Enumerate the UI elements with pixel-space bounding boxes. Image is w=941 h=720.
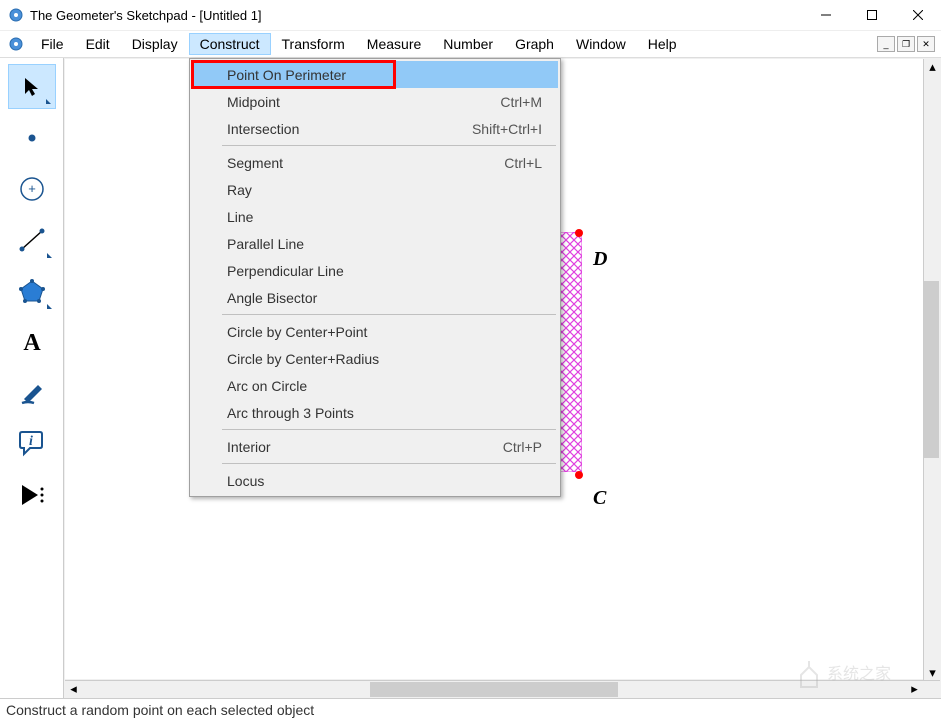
menu-edit[interactable]: Edit	[75, 33, 121, 55]
minimize-button[interactable]	[803, 0, 849, 30]
menu-item-locus[interactable]: Locus	[192, 467, 558, 494]
menu-help[interactable]: Help	[637, 33, 688, 55]
menu-item-circle-by-center-point[interactable]: Circle by Center+Point	[192, 318, 558, 345]
scroll-thumb[interactable]	[924, 281, 939, 458]
menu-window[interactable]: Window	[565, 33, 637, 55]
menu-item-label: Intersection	[227, 121, 299, 137]
tool-arrow[interactable]	[8, 64, 56, 109]
menu-item-label: Ray	[227, 182, 252, 198]
status-bar: Construct a random point on each selecte…	[0, 698, 941, 720]
vertical-scrollbar[interactable]: ▴ ▾	[923, 59, 940, 680]
menu-item-line[interactable]: Line	[192, 203, 558, 230]
svg-text:系统之家: 系统之家	[827, 665, 891, 683]
app-icon	[8, 7, 24, 23]
tool-info[interactable]: i	[8, 421, 56, 466]
scroll-up-button[interactable]: ▴	[924, 59, 941, 74]
svg-text:A: A	[23, 330, 41, 356]
polygon-interior[interactable]	[558, 232, 582, 472]
close-button[interactable]	[895, 0, 941, 30]
menu-measure[interactable]: Measure	[356, 33, 432, 55]
menu-item-parallel-line[interactable]: Parallel Line	[192, 230, 558, 257]
tool-custom[interactable]	[8, 472, 56, 517]
scroll-thumb[interactable]	[370, 682, 617, 697]
menu-separator	[222, 429, 556, 430]
scroll-left-button[interactable]: ◂	[65, 682, 82, 697]
svg-text:+: +	[28, 181, 36, 196]
status-text: Construct a random point on each selecte…	[6, 702, 314, 718]
tool-straightedge[interactable]	[8, 217, 56, 262]
menu-item-shortcut: Ctrl+P	[503, 439, 542, 455]
menu-graph[interactable]: Graph	[504, 33, 565, 55]
point-d[interactable]	[575, 229, 583, 237]
menu-item-label: Circle by Center+Radius	[227, 351, 379, 367]
menu-item-label: Arc on Circle	[227, 378, 307, 394]
point-label-d[interactable]: D	[593, 248, 607, 271]
menu-transform[interactable]: Transform	[271, 33, 356, 55]
flyout-indicator-icon	[47, 304, 52, 309]
menu-item-ray[interactable]: Ray	[192, 176, 558, 203]
tool-point[interactable]	[8, 115, 56, 160]
menu-construct[interactable]: Construct	[189, 33, 271, 55]
menu-item-circle-by-center-radius[interactable]: Circle by Center+Radius	[192, 345, 558, 372]
menu-display[interactable]: Display	[121, 33, 189, 55]
menu-item-label: Perpendicular Line	[227, 263, 344, 279]
menu-item-shortcut: Ctrl+M	[500, 94, 542, 110]
menu-item-shortcut: Ctrl+L	[504, 155, 542, 171]
window-title: The Geometer's Sketchpad - [Untitled 1]	[30, 8, 803, 23]
maximize-button[interactable]	[849, 0, 895, 30]
menu-item-arc-on-circle[interactable]: Arc on Circle	[192, 372, 558, 399]
menu-item-label: Point On Perimeter	[227, 67, 346, 83]
flyout-indicator-icon	[47, 253, 52, 258]
menu-item-label: Midpoint	[227, 94, 280, 110]
menu-item-angle-bisector[interactable]: Angle Bisector	[192, 284, 558, 311]
mdi-restore-button[interactable]: ❐	[897, 36, 915, 52]
tool-compass[interactable]: +	[8, 166, 56, 211]
menu-item-label: Locus	[227, 473, 264, 489]
menu-file[interactable]: File	[30, 33, 75, 55]
menu-item-intersection[interactable]: Intersection Shift+Ctrl+I	[192, 115, 558, 142]
mdi-close-button[interactable]: ✕	[917, 36, 935, 52]
menu-bar: File Edit Display Construct Transform Me…	[0, 31, 941, 58]
menu-item-segment[interactable]: Segment Ctrl+L	[192, 149, 558, 176]
menu-item-label: Segment	[227, 155, 283, 171]
watermark: 系统之家	[793, 653, 933, 696]
menu-item-label: Parallel Line	[227, 236, 304, 252]
menu-item-perpendicular-line[interactable]: Perpendicular Line	[192, 257, 558, 284]
menu-item-label: Arc through 3 Points	[227, 405, 354, 421]
point-c[interactable]	[575, 471, 583, 479]
menu-item-point-on-perimeter[interactable]: Point On Perimeter	[192, 61, 558, 88]
flyout-indicator-icon	[46, 99, 51, 104]
menu-separator	[222, 463, 556, 464]
tool-marker[interactable]	[8, 370, 56, 415]
toolbox: + A i	[0, 58, 64, 698]
menu-item-label: Angle Bisector	[227, 290, 317, 306]
construct-dropdown: Point On Perimeter Midpoint Ctrl+M Intersec…	[189, 58, 561, 497]
tool-text[interactable]: A	[8, 319, 56, 364]
title-bar: The Geometer's Sketchpad - [Untitled 1]	[0, 0, 941, 31]
menu-separator	[222, 314, 556, 315]
menu-item-label: Interior	[227, 439, 271, 455]
menu-number[interactable]: Number	[432, 33, 504, 55]
menu-item-shortcut: Shift+Ctrl+I	[472, 121, 542, 137]
menu-item-label: Circle by Center+Point	[227, 324, 367, 340]
menu-separator	[222, 145, 556, 146]
document-icon	[8, 36, 24, 52]
tool-polygon[interactable]	[8, 268, 56, 313]
menu-item-interior[interactable]: Interior Ctrl+P	[192, 433, 558, 460]
menu-item-label: Line	[227, 209, 253, 225]
menu-item-arc-through-3-points[interactable]: Arc through 3 Points	[192, 399, 558, 426]
menu-item-midpoint[interactable]: Midpoint Ctrl+M	[192, 88, 558, 115]
point-label-c[interactable]: C	[593, 487, 606, 510]
svg-text:i: i	[29, 434, 33, 449]
mdi-minimize-button[interactable]: _	[877, 36, 895, 52]
